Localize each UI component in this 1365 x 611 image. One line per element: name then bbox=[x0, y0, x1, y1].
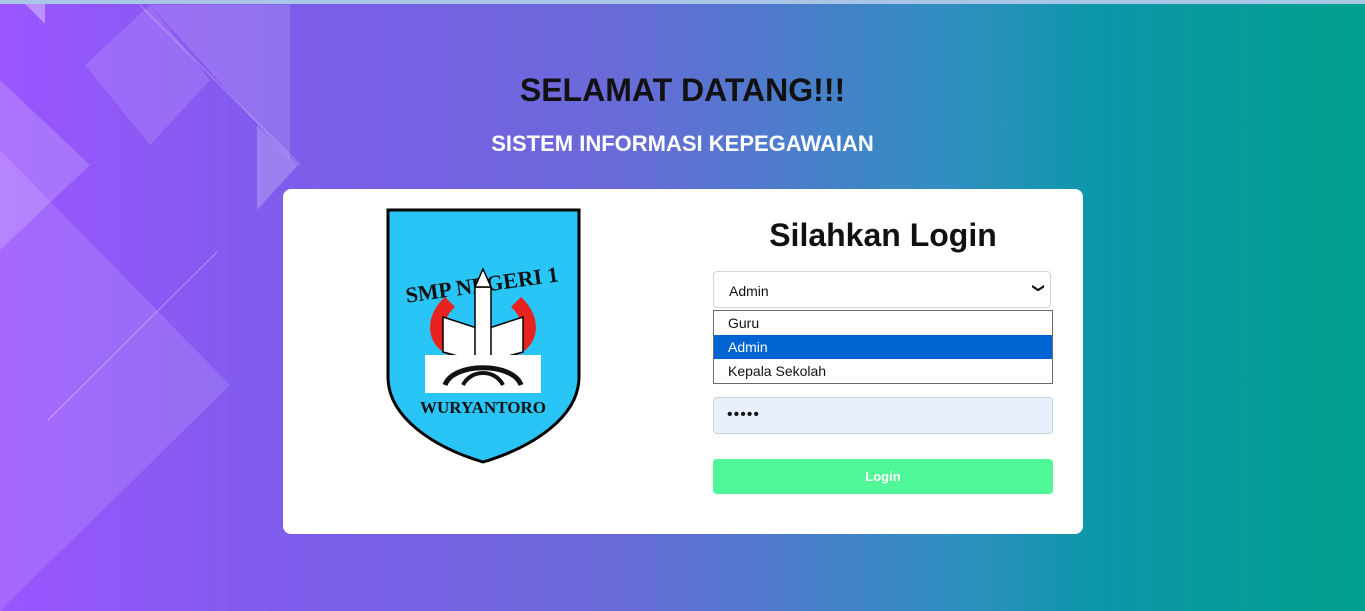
role-dropdown-list: Guru Admin Kepala Sekolah bbox=[713, 310, 1053, 384]
page-title: SELAMAT DATANG!!! bbox=[519, 72, 846, 108]
chevron-down-icon: ❯ bbox=[1031, 282, 1046, 294]
top-strip bbox=[0, 0, 1365, 4]
login-button[interactable]: Login bbox=[713, 459, 1053, 494]
password-field[interactable]: ••••• bbox=[713, 397, 1053, 434]
role-select[interactable]: Admin ❯ bbox=[713, 271, 1051, 308]
role-select-value: Admin bbox=[729, 283, 769, 299]
school-logo-icon: SMP NEGERI 1 WURYANTORO bbox=[386, 208, 581, 464]
page-subtitle: SISTEM INFORMASI KEPEGAWAIAN bbox=[491, 131, 874, 156]
login-title: Silahkan Login bbox=[769, 217, 997, 253]
role-option-guru[interactable]: Guru bbox=[714, 311, 1052, 335]
role-option-kepala-sekolah[interactable]: Kepala Sekolah bbox=[714, 359, 1052, 383]
role-option-admin[interactable]: Admin bbox=[714, 335, 1052, 359]
login-card: SMP NEGERI 1 WURYANTORO Silahkan Login A… bbox=[283, 189, 1083, 534]
logo-bottom-text: WURYANTORO bbox=[420, 398, 546, 417]
